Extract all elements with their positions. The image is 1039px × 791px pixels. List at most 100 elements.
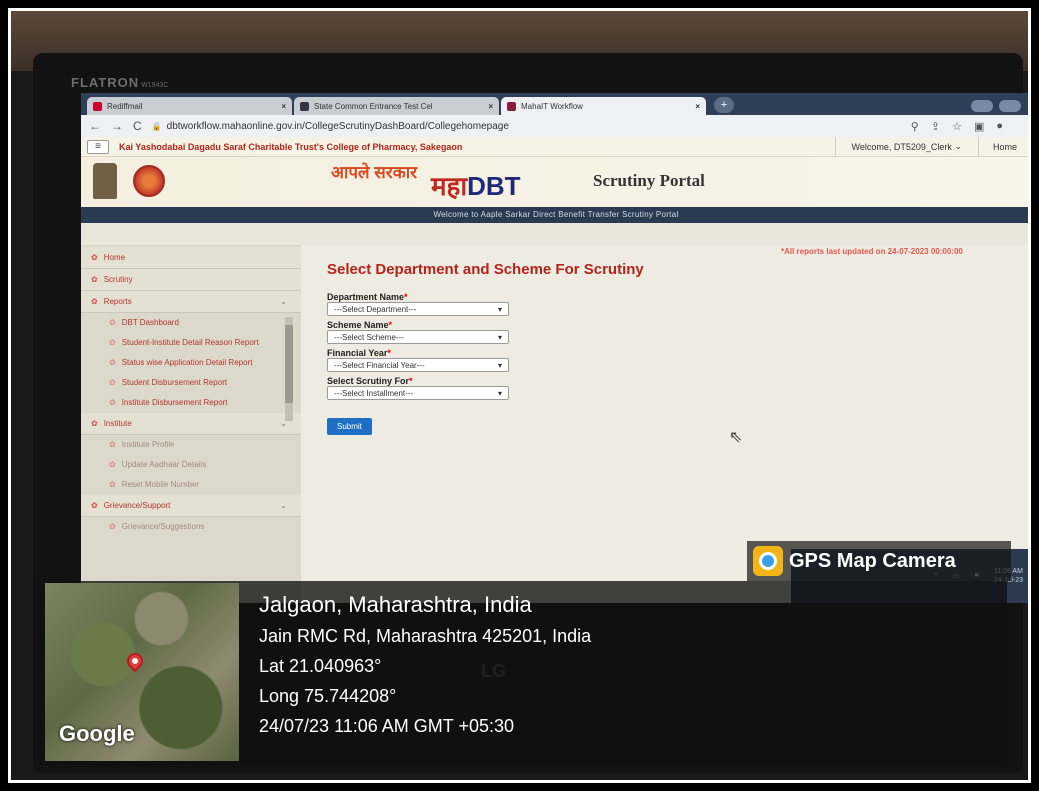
department-label: Department Name* [327,292,408,302]
tab-mahait-workflow[interactable]: MahaIT Workflow × [501,97,706,115]
user-menu[interactable]: Welcome, DT5209_Clerk ⌄ [834,137,979,156]
gps-longitude: Long 75.744208° [259,686,397,706]
financial-year-label: Financial Year* [327,348,391,358]
sidebar-subitem-institute-profile[interactable]: ✿ Institute Profile [81,435,301,455]
scheme-label: Scheme Name* [327,320,393,330]
home-link[interactable]: Home [979,142,1028,152]
caret-down-icon: ▾ [497,360,502,370]
gps-info-panel: Google Jalgaon, Maharashtra, India Jain … [39,581,1007,765]
bullet-icon: ✿ [109,318,116,327]
photo-frame: FLATRONW1943C LG Rediffmail× State Commo… [6,6,1033,785]
tab-rediffmail[interactable]: Rediffmail × [87,97,292,115]
sidebar-item-scrutiny[interactable]: ✿ Scrutiny [81,269,301,291]
bullet-icon: ✿ [109,378,116,387]
last-updated-note: *All reports last updated on 24-07-2023 … [781,247,963,256]
bullet-icon: ✿ [91,297,98,306]
bullet-icon: ✿ [91,275,98,284]
scrollbar-thumb[interactable] [285,325,293,403]
gps-camera-badge: GPS Map Camera [747,541,1011,581]
sidebar: ✿ Home ✿ Scrutiny ✿ Reports ⌄ ✿ DBT Dashboard… [81,245,301,603]
bullet-icon: ✿ [91,501,98,510]
bullet-icon: ✿ [91,253,98,262]
installment-select[interactable]: ---Select Installment--- ▾ [327,386,509,400]
bullet-icon: ✿ [109,358,116,367]
address-bar: ← → C 🔒 dbtworkflow.mahaonline.gov.in/Col… [81,115,1028,137]
dbt-icon [507,101,516,111]
bullet-icon: ✿ [109,522,116,531]
address-bar-actions: ⚲ ⇪ ☆ ▣ ● [911,120,1003,133]
site-top-strip: ≡ Kai Yashodabai Dagadu Saraf Charitable… [81,137,1028,157]
maharashtra-seal-icon [133,165,165,197]
submit-button[interactable]: Submit [327,418,372,435]
sidebar-subitem-student-disbursement-report[interactable]: ✿ Student Disbursement Report [81,373,301,393]
maximize-button[interactable] [999,100,1021,112]
browser-tab-bar: Rediffmail × State Common Entrance Test C… [81,93,1028,115]
caret-down-icon: ▾ [497,388,502,398]
profile-icon[interactable]: ● [996,120,1003,133]
window-controls [971,100,1021,112]
minimize-button[interactable] [971,100,993,112]
reload-icon[interactable]: C [133,119,142,133]
close-icon[interactable]: × [488,102,493,111]
institute-submenu: ✿ Institute Profile ✿ Update Aadhaar Detai… [81,435,301,495]
sidebar-subitem-grievance-suggestions[interactable]: ✿ Grievance/Suggestions [81,517,301,537]
bullet-icon: ✿ [109,398,116,407]
gps-camera-icon [753,546,783,576]
bullet-icon: ✿ [109,338,116,347]
menu-icon[interactable]: ≡ [87,139,109,154]
chevron-down-icon: ⌄ [280,501,287,510]
emblem-icon [300,101,309,111]
lock-icon: 🔒 [151,121,162,131]
page-title: Select Department and Scheme For Scrutin… [327,261,644,278]
sidebar-subitem-dbt-dashboard[interactable]: ✿ DBT Dashboard [81,313,301,333]
sidepanel-icon[interactable]: ▣ [974,120,984,133]
gps-camera-title: GPS Map Camera [789,549,956,572]
sidebar-item-home[interactable]: ✿ Home [81,247,301,269]
bezel-brand: FLATRON W1943C [71,75,169,90]
star-icon[interactable]: ☆ [952,120,962,133]
sidebar-item-institute[interactable]: ✿ Institute ⌄ [81,413,301,435]
zoom-icon[interactable]: ⚲ [911,120,919,133]
caret-down-icon: ▾ [497,332,502,342]
portal-title: Scrutiny Portal [593,171,705,190]
sidebar-scrollbar[interactable] [285,317,293,421]
reports-submenu: ✿ DBT Dashboard ✿ Student-Institute Detail… [81,313,301,421]
mahadbt-logo: महाDBT [431,171,521,201]
sidebar-item-grievance[interactable]: ✿ Grievance/Support ⌄ [81,495,301,517]
sidebar-subitem-status-wise-report[interactable]: ✿ Status wise Application Detail Report [81,353,301,373]
financial-year-select[interactable]: ---Select Financial Year--- ▾ [327,358,509,372]
gps-datetime: 24/07/23 11:06 AM GMT +05:30 [259,716,515,736]
map-pin-icon [123,649,147,673]
mouse-cursor-icon: ⇖ [729,429,743,446]
welcome-strip: Welcome to Aaple Sarkar Direct Benefit T… [81,207,1028,223]
close-icon[interactable]: × [281,102,286,111]
bullet-icon: ✿ [109,440,116,449]
gps-details: Jalgaon, Maharashtra, India Jain RMC Rd,… [259,589,591,741]
forward-icon[interactable]: → [111,119,123,133]
sidebar-subitem-update-aadhaar[interactable]: ✿ Update Aadhaar Details [81,455,301,475]
sidebar-item-reports[interactable]: ✿ Reports ⌄ [81,291,301,313]
rediff-icon [93,101,102,111]
sidebar-subitem-reset-mobile[interactable]: ✿ Reset Mobile Number [81,475,301,495]
chevron-down-icon: ⌄ [954,141,962,151]
tab-cet-cell[interactable]: State Common Entrance Test Cel × [294,97,499,115]
gps-place: Jalgaon, Maharashtra, India [259,592,532,617]
scrutiny-form: Department Name* ---Select Department---… [327,292,517,435]
url-field[interactable]: 🔒 dbtworkflow.mahaonline.gov.in/CollegeSc… [152,121,901,132]
sidebar-subitem-student-institute-report[interactable]: ✿ Student-Institute Detail Reason Report [81,333,301,353]
site-banner: आपले सरकार महाDBT Scrutiny Portal [81,157,1028,207]
close-icon[interactable]: × [695,102,700,111]
scrutiny-for-label: Select Scrutiny For* [327,376,413,386]
new-tab-button[interactable]: + [714,97,734,113]
share-icon[interactable]: ⇪ [931,120,940,133]
bullet-icon: ✿ [91,419,98,428]
google-logo: Google [59,721,135,746]
bullet-icon: ✿ [109,460,116,469]
scheme-select[interactable]: ---Select Scheme--- ▾ [327,330,509,344]
grievance-submenu: ✿ Grievance/Suggestions [81,517,301,537]
sidebar-subitem-institute-disbursement-report[interactable]: ✿ Institute Disbursement Report [81,393,301,413]
back-icon[interactable]: ← [89,119,101,133]
map-thumbnail: Google [45,583,239,761]
bullet-icon: ✿ [109,480,116,489]
department-select[interactable]: ---Select Department--- ▾ [327,302,509,316]
